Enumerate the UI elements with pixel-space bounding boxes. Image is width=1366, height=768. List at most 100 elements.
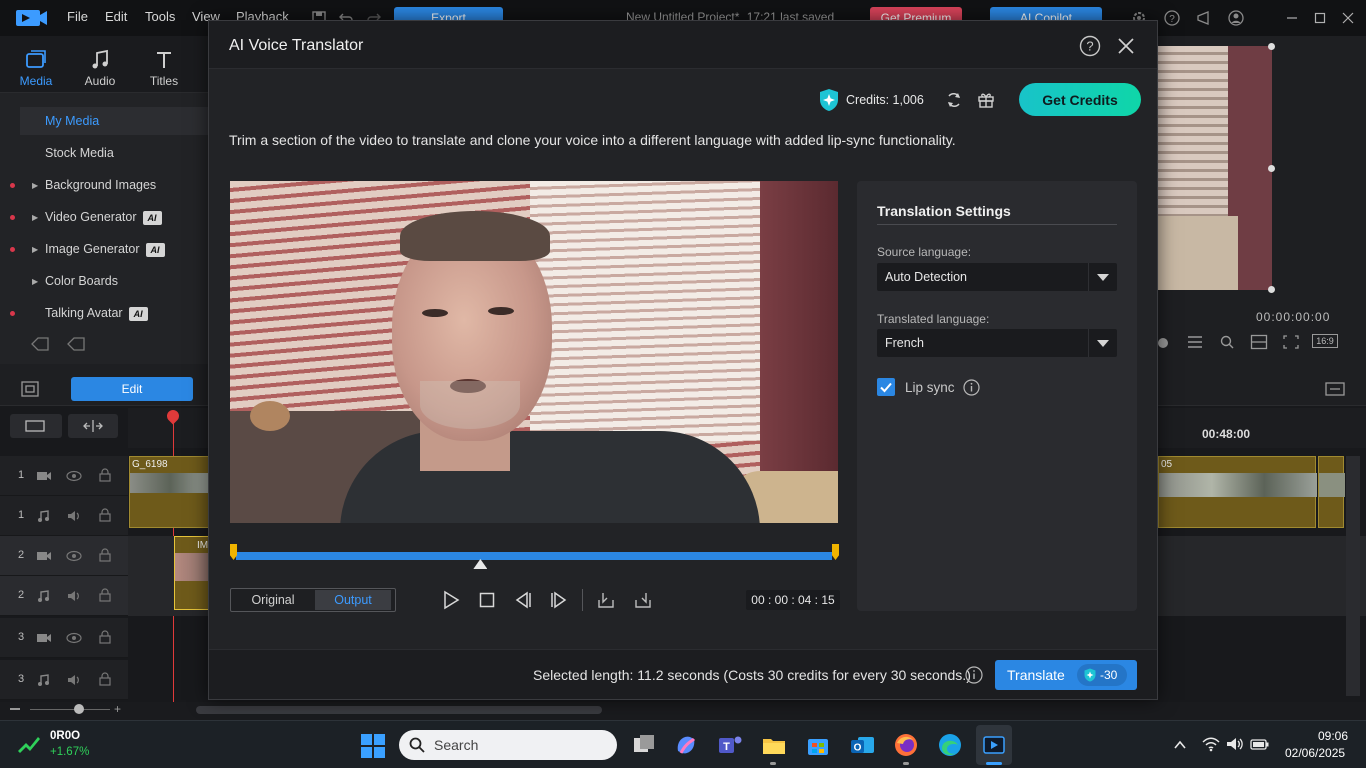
translate-button[interactable]: Translate -30	[995, 660, 1137, 690]
video-clip[interactable]	[1318, 456, 1345, 528]
aspect-ratio-button[interactable]: 16:9	[1312, 334, 1338, 348]
close-icon[interactable]	[1116, 36, 1136, 56]
announcement-icon[interactable]	[1196, 10, 1212, 26]
library-talking-avatar[interactable]: Talking Avatar AI	[0, 299, 210, 327]
lip-sync-checkbox[interactable]	[877, 378, 895, 396]
zoom-out-icon[interactable]	[10, 708, 20, 710]
zoom-slider-thumb[interactable]	[74, 704, 84, 714]
stock-name[interactable]: 0R0O	[50, 730, 80, 742]
translated-language-dropdown[interactable]: French	[877, 329, 1117, 357]
timeline-vertical-scrollbar[interactable]	[1346, 456, 1360, 696]
remove-tag-icon[interactable]	[66, 335, 88, 353]
library-image-generator[interactable]: ▶ Image Generator AI	[0, 235, 210, 263]
speaker-icon[interactable]	[66, 589, 82, 603]
lock-icon[interactable]	[98, 630, 112, 644]
lock-icon[interactable]	[98, 508, 112, 522]
list-icon[interactable]	[1186, 334, 1204, 350]
gift-icon[interactable]	[977, 91, 995, 109]
clock-time[interactable]: 09:06	[1318, 729, 1348, 743]
video-preview[interactable]	[230, 181, 838, 523]
record-icon[interactable]	[1158, 336, 1168, 350]
speaker-icon[interactable]	[66, 509, 82, 523]
library-stock-media[interactable]: Stock Media	[0, 139, 210, 167]
maximize-icon[interactable]	[1312, 10, 1328, 26]
lock-icon[interactable]	[98, 588, 112, 602]
task-view-icon[interactable]	[630, 731, 658, 759]
wifi-icon[interactable]	[1202, 736, 1220, 752]
stock-chart-icon[interactable]	[16, 733, 42, 755]
lock-icon[interactable]	[98, 468, 112, 482]
copilot-icon[interactable]	[672, 731, 700, 759]
trim-range-bar[interactable]	[236, 552, 832, 560]
help-icon[interactable]: ?	[1079, 35, 1101, 57]
scrub-playhead[interactable]	[473, 559, 488, 569]
resize-handle[interactable]	[1268, 43, 1275, 50]
windows-start-icon[interactable]	[360, 733, 386, 759]
menu-tools[interactable]: Tools	[145, 9, 175, 24]
library-background-images[interactable]: ▶ Background Images	[0, 171, 210, 199]
teams-icon[interactable]: T	[716, 731, 744, 759]
outlook-icon[interactable]: O	[848, 731, 876, 759]
file-explorer-icon[interactable]	[760, 731, 788, 759]
account-icon[interactable]	[1228, 10, 1244, 26]
eye-icon[interactable]	[66, 632, 82, 644]
resize-handle[interactable]	[1268, 286, 1275, 293]
fit-timeline-button[interactable]	[10, 414, 62, 438]
add-tag-icon[interactable]	[30, 335, 52, 353]
timeline-horizontal-scrollbar[interactable]	[196, 706, 602, 714]
eye-icon[interactable]	[66, 550, 82, 562]
video-clip[interactable]: G_6198	[129, 456, 210, 528]
previous-frame-icon[interactable]	[513, 590, 533, 610]
original-tab[interactable]: Original	[231, 589, 315, 611]
layout-icon[interactable]	[1250, 334, 1268, 350]
tab-audio[interactable]: Audio	[70, 40, 130, 88]
trim-scrubber[interactable]	[230, 541, 840, 571]
edge-icon[interactable]	[936, 731, 964, 759]
resize-handle[interactable]	[1268, 165, 1275, 172]
edit-mode-button[interactable]: Edit	[71, 377, 193, 401]
zoom-in-icon[interactable]: +	[114, 703, 124, 715]
close-window-icon[interactable]	[1340, 10, 1356, 26]
library-video-generator[interactable]: ▶ Video Generator AI	[0, 203, 210, 231]
selected-video-clip[interactable]: IM	[174, 536, 211, 610]
lock-icon[interactable]	[98, 548, 112, 562]
stop-icon[interactable]	[477, 590, 497, 610]
speaker-icon[interactable]	[66, 673, 82, 687]
volume-icon[interactable]	[1226, 736, 1244, 752]
menu-file[interactable]: File	[67, 9, 88, 24]
zoom-icon[interactable]	[1218, 334, 1236, 350]
firefox-icon[interactable]	[892, 731, 920, 759]
menu-edit[interactable]: Edit	[105, 9, 127, 24]
help-icon[interactable]: ?	[1164, 10, 1180, 26]
video-clip[interactable]: 05	[1158, 456, 1317, 528]
trim-end-handle[interactable]	[832, 544, 839, 560]
source-language-dropdown[interactable]: Auto Detection	[877, 263, 1117, 291]
mark-out-icon[interactable]	[633, 590, 653, 610]
storyboard-icon[interactable]	[20, 380, 40, 398]
minimize-icon[interactable]	[1284, 10, 1300, 26]
info-icon[interactable]	[963, 379, 980, 396]
lock-icon[interactable]	[98, 672, 112, 686]
taskbar-search[interactable]: Search	[399, 730, 617, 760]
library-color-boards[interactable]: ▶ Color Boards	[0, 267, 210, 295]
library-my-media[interactable]: My Media	[20, 107, 210, 135]
tab-titles[interactable]: Titles	[134, 40, 194, 88]
info-icon[interactable]	[965, 666, 983, 684]
mark-in-icon[interactable]	[596, 590, 616, 610]
clock-date[interactable]: 02/06/2025	[1285, 746, 1345, 760]
zoom-slider-track[interactable]	[30, 709, 110, 710]
microsoft-store-icon[interactable]	[804, 731, 832, 759]
timeline-settings-icon[interactable]	[1324, 380, 1346, 398]
play-icon[interactable]	[441, 590, 461, 610]
tab-media[interactable]: Media	[6, 40, 66, 88]
get-credits-button[interactable]: Get Credits	[1019, 83, 1141, 116]
active-app-highlight[interactable]	[976, 725, 1012, 765]
fullscreen-icon[interactable]	[1282, 334, 1300, 350]
chevron-up-icon[interactable]	[1172, 737, 1188, 753]
battery-icon[interactable]	[1250, 736, 1270, 752]
output-tab[interactable]: Output	[315, 590, 391, 610]
refresh-icon[interactable]	[945, 91, 963, 109]
split-button[interactable]	[68, 414, 118, 438]
next-frame-icon[interactable]	[549, 590, 569, 610]
eye-icon[interactable]	[66, 470, 82, 482]
